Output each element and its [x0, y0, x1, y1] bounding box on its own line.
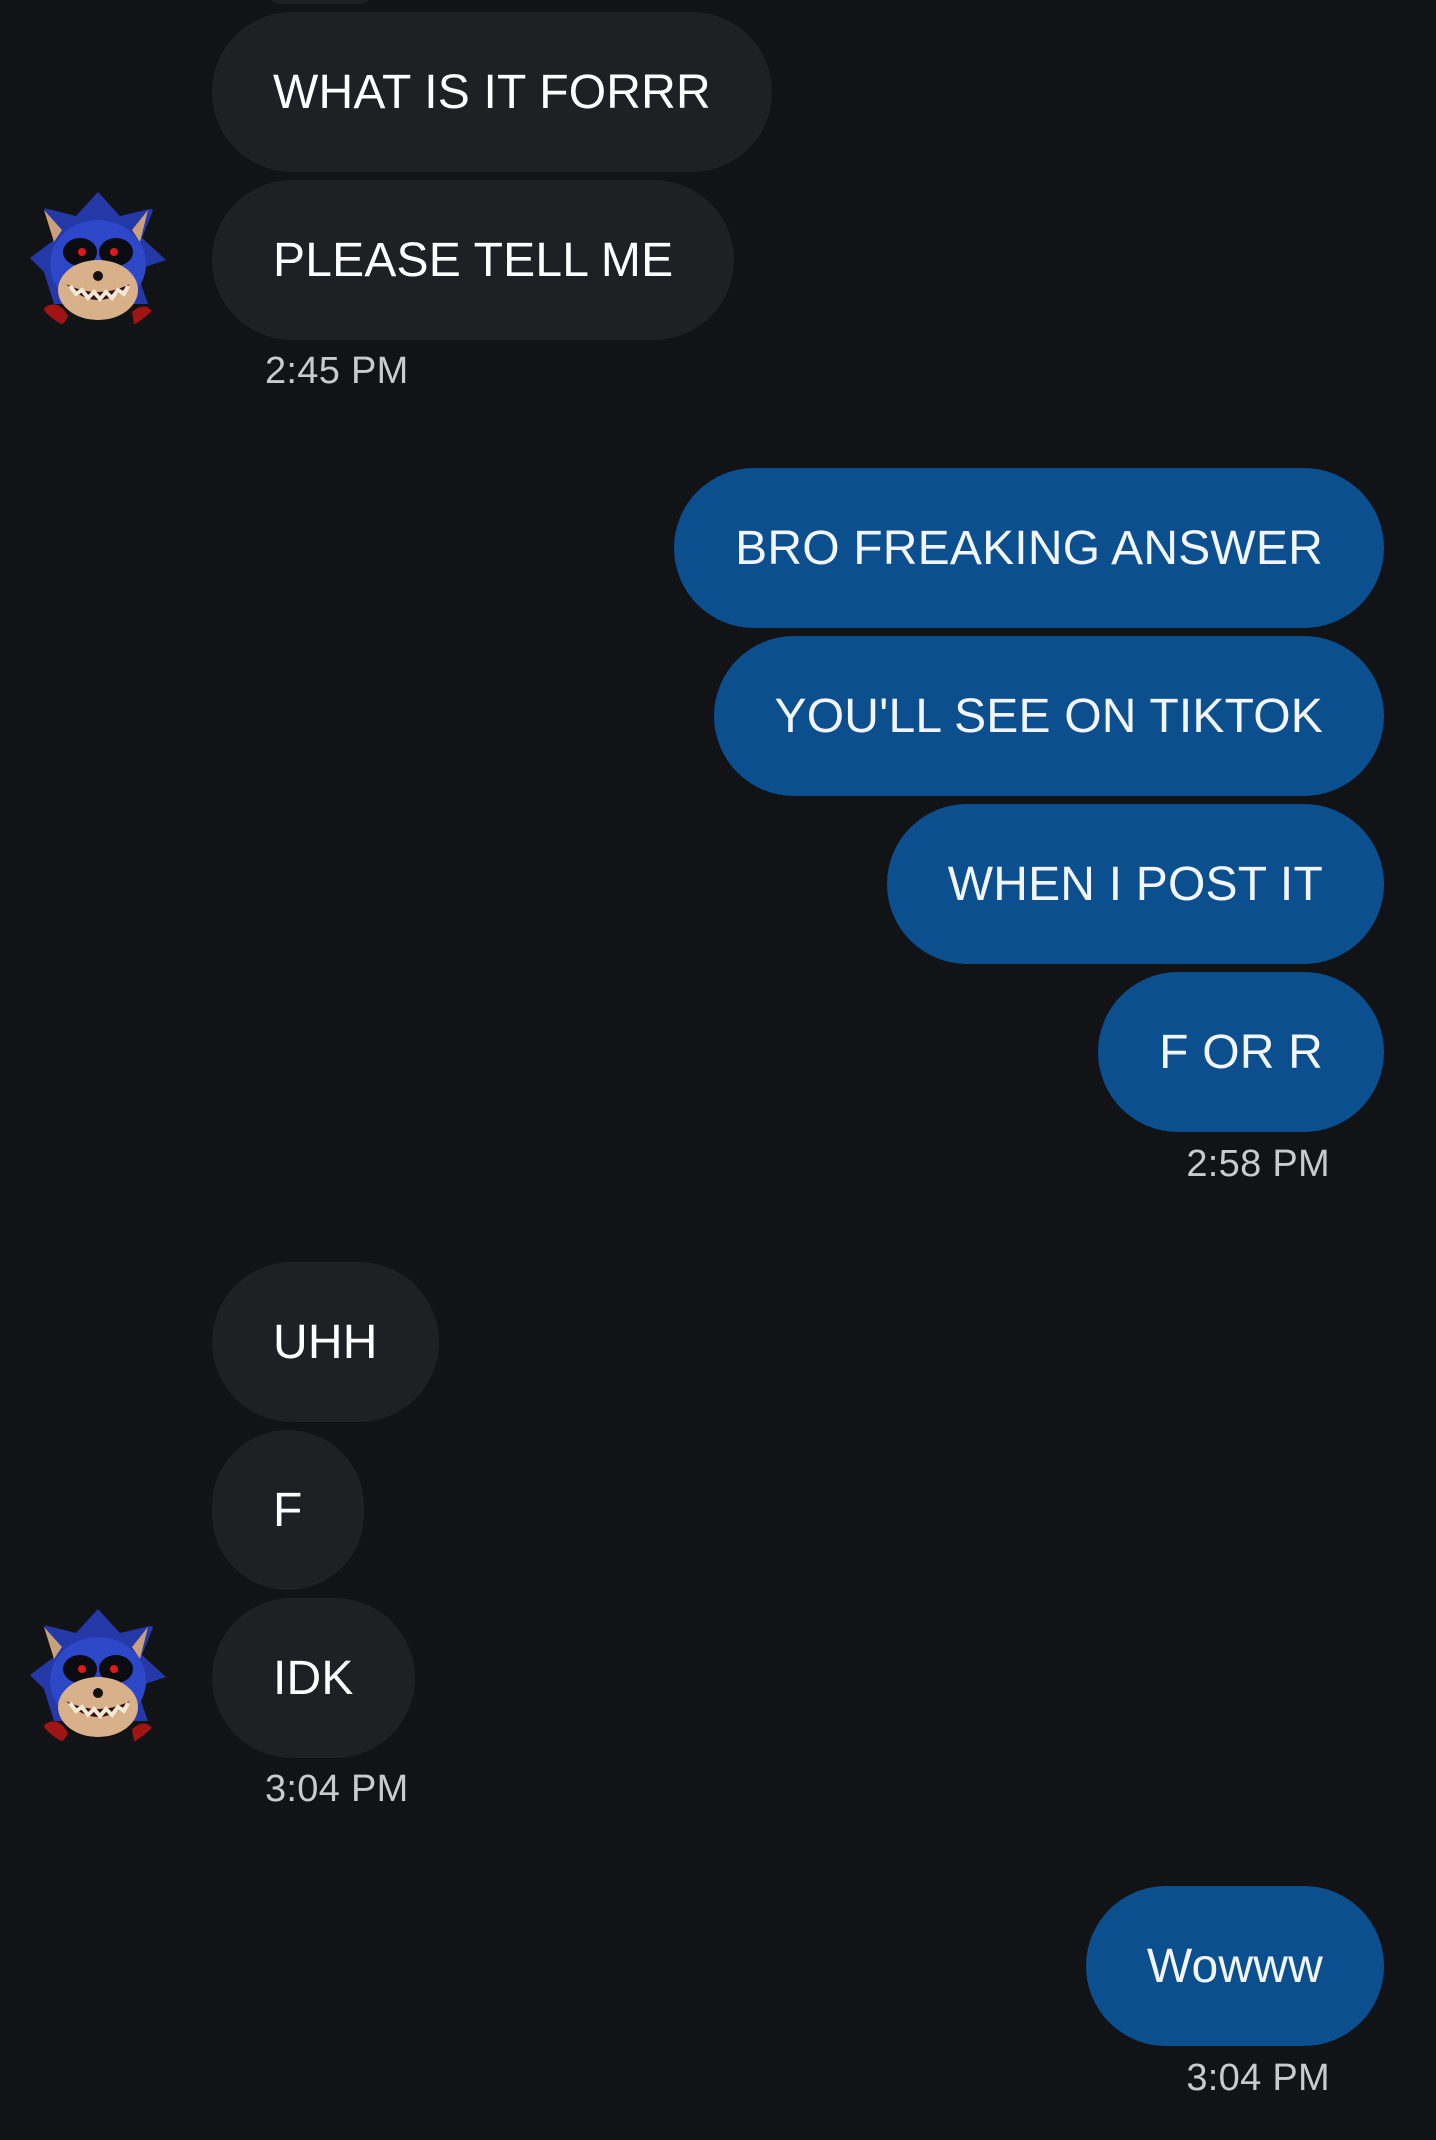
message-text: UHH: [273, 1315, 378, 1369]
evil-hedgehog-avatar-icon: [24, 186, 172, 334]
message-timestamp: 2:58 PM: [1186, 1143, 1330, 1185]
incoming-message[interactable]: WHAT IS IT FORRR: [212, 12, 772, 172]
message-text: BRO FREAKING ANSWER: [735, 521, 1323, 575]
message-text: F: [273, 1483, 303, 1537]
message-text: WHEN I POST IT: [947, 857, 1323, 911]
incoming-message[interactable]: IDK: [212, 1598, 415, 1758]
outgoing-message[interactable]: WHEN I POST IT: [886, 804, 1384, 964]
outgoing-message[interactable]: YOU'LL SEE ON TIKTOK: [713, 636, 1384, 796]
outgoing-message[interactable]: BRO FREAKING ANSWER: [674, 468, 1384, 628]
message-text: F OR R: [1159, 1025, 1323, 1079]
outgoing-message[interactable]: Wowww: [1085, 1886, 1384, 2046]
outgoing-message[interactable]: F OR R: [1098, 972, 1384, 1132]
evil-hedgehog-avatar-icon: [24, 1603, 172, 1751]
message-text: WHAT IS IT FORRR: [273, 65, 711, 119]
message-timestamp: 2:45 PM: [265, 350, 409, 392]
contact-avatar[interactable]: [24, 1603, 172, 1751]
message-timestamp: 3:04 PM: [1186, 2057, 1330, 2099]
message-text: PLEASE TELL ME: [273, 233, 674, 287]
message-text: YOU'LL SEE ON TIKTOK: [774, 689, 1323, 743]
previous-message-edge: [270, 0, 370, 4]
incoming-message[interactable]: UHH: [212, 1262, 439, 1422]
message-timestamp: 3:04 PM: [265, 1768, 409, 1810]
incoming-message[interactable]: PLEASE TELL ME: [212, 180, 735, 340]
message-text: Wowww: [1146, 1939, 1323, 1993]
incoming-message[interactable]: F: [212, 1430, 364, 1590]
chat-thread[interactable]: WHAT IS IT FORRR PLEASE TELL ME 2:45 PM …: [0, 0, 1436, 2140]
message-text: IDK: [273, 1651, 354, 1705]
contact-avatar[interactable]: [24, 186, 172, 334]
